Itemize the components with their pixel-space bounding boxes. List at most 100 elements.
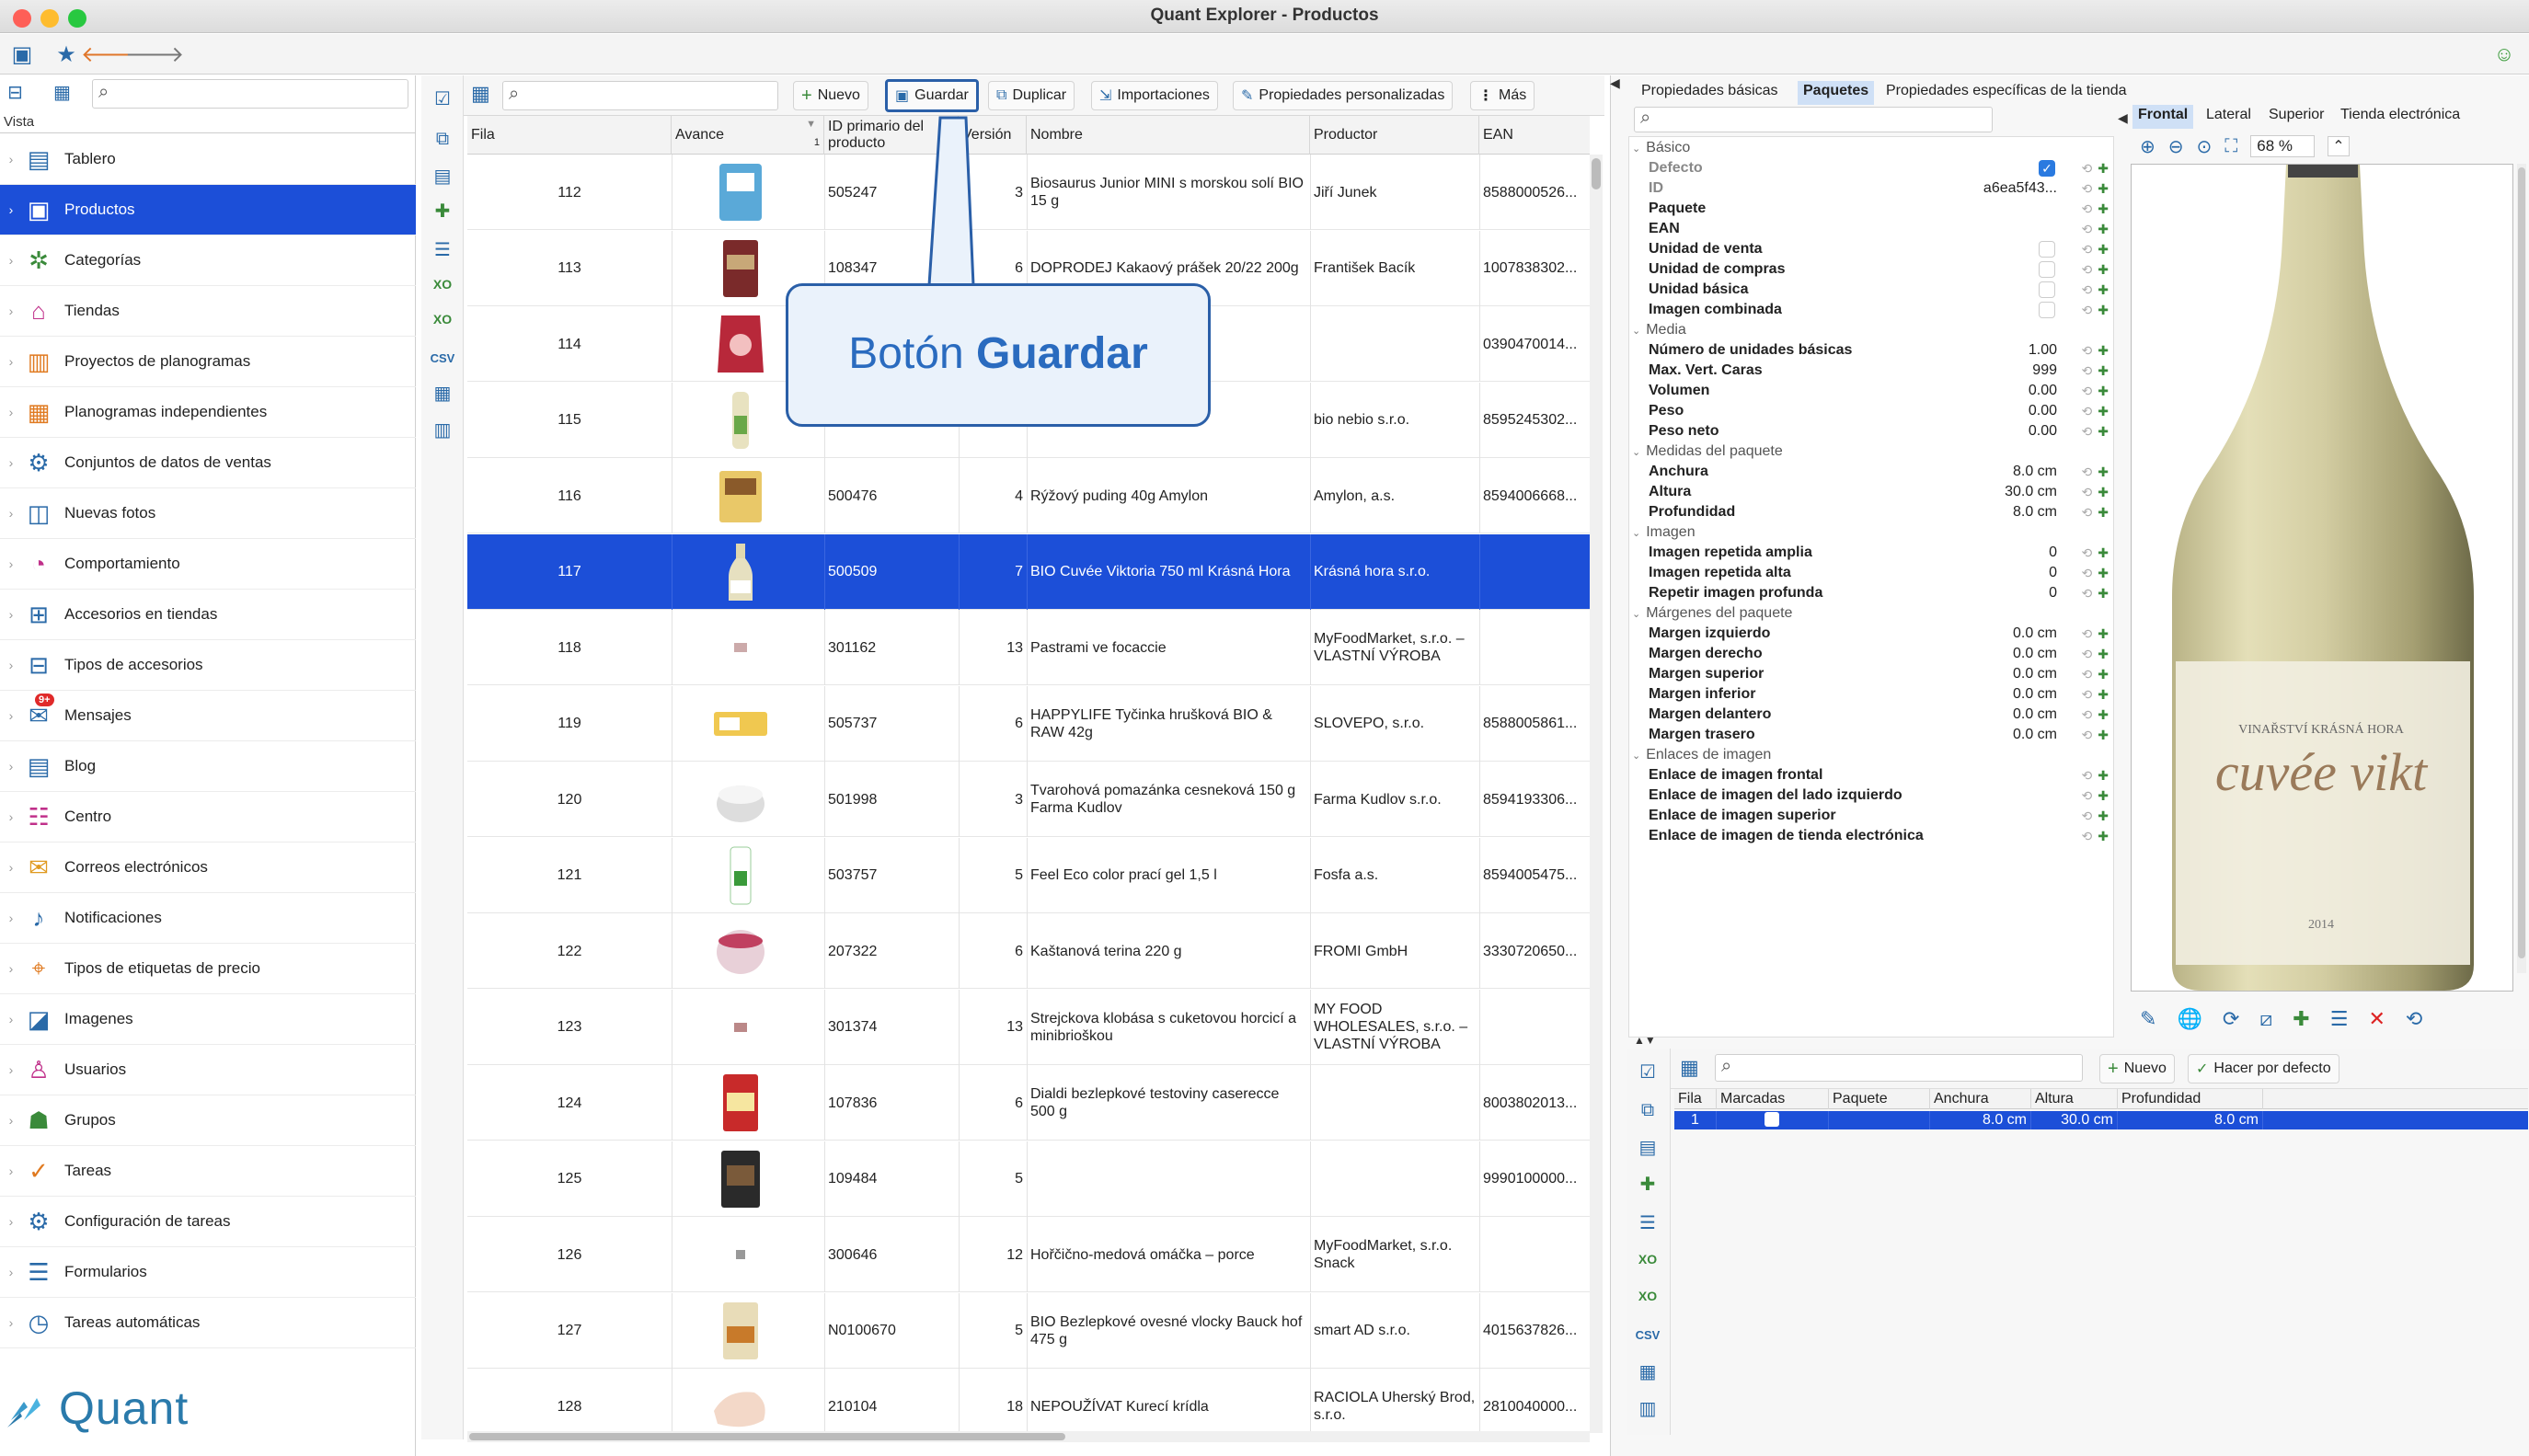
property-value[interactable]: 0.0 cm xyxy=(2013,646,2057,662)
property-row[interactable]: Unidad básica ⟲ ✚ xyxy=(1628,280,2114,300)
pin-icon[interactable]: ✚ xyxy=(2098,303,2109,317)
property-checkbox[interactable] xyxy=(2039,281,2055,298)
sidebar-toggle-icon[interactable]: ▣ xyxy=(6,34,39,75)
pin-icon[interactable]: ✚ xyxy=(2098,566,2109,580)
property-section[interactable]: ⌄ Medidas del paquete xyxy=(1628,441,2114,462)
column-header-ean[interactable]: EAN xyxy=(1479,116,1590,155)
pin-icon[interactable]: ✚ xyxy=(2098,363,2109,378)
reset-icon[interactable]: ⟲ xyxy=(2082,566,2093,580)
property-section[interactable]: ⌄ Media xyxy=(1628,320,2114,340)
reset-icon[interactable]: ⟲ xyxy=(2082,485,2093,499)
scrollbar-thumb[interactable] xyxy=(1592,158,1601,189)
property-value[interactable]: 0.0 cm xyxy=(2013,625,2057,642)
property-row[interactable]: Número de unidades básicas 1.00 ⟲ ✚ xyxy=(1628,340,2114,361)
reset-icon[interactable]: ⟲ xyxy=(2082,687,2093,702)
pin-icon[interactable]: ✚ xyxy=(2098,161,2109,176)
table-view-icon[interactable]: ▦ xyxy=(53,81,81,109)
property-section[interactable]: ⌄ Márgenes del paquete xyxy=(1628,603,2114,624)
pin-icon[interactable]: ✚ xyxy=(2098,505,2109,520)
property-checkbox[interactable]: ✓ xyxy=(2039,160,2055,177)
tab-propiedades-especificas-de-la-tienda[interactable]: Propiedades específicas de la tienda xyxy=(1880,81,2132,105)
csv-icon[interactable]: CSV xyxy=(1632,1319,1663,1350)
pin-icon[interactable]: ✚ xyxy=(2098,647,2109,661)
property-row[interactable]: Volumen 0.00 ⟲ ✚ xyxy=(1628,381,2114,401)
web-image-icon[interactable]: 🌐 xyxy=(2177,1007,2201,1031)
tab-paquetes[interactable]: Paquetes xyxy=(1798,81,1875,105)
property-row[interactable]: Enlace de imagen frontal ⟲ ✚ xyxy=(1628,765,2114,785)
table-row[interactable]: 128 210104 18 NEPOUŽÍVAT Kurecí krídla RACIO… xyxy=(467,1369,1590,1433)
property-row[interactable]: Unidad de venta ⟲ ✚ xyxy=(1628,239,2114,259)
property-value[interactable]: 8.0 cm xyxy=(2013,464,2057,480)
pin-icon[interactable]: ✚ xyxy=(2098,464,2109,479)
properties-search-input[interactable]: ⌕ xyxy=(1634,107,1993,132)
reset-icon[interactable]: ⟲ xyxy=(2082,728,2093,742)
h-scrollbar-thumb[interactable] xyxy=(469,1433,1065,1440)
property-value[interactable]: 0 xyxy=(2049,565,2057,581)
table-row[interactable]: 121 503757 5 Feel Eco color prací gel 1,5 l… xyxy=(467,837,1590,913)
property-row[interactable]: EAN ⟲ ✚ xyxy=(1628,219,2114,239)
property-row[interactable]: Margen izquierdo 0.0 cm ⟲ ✚ xyxy=(1628,624,2114,644)
chart-icon[interactable]: ▥ xyxy=(1632,1393,1663,1424)
reset-icon[interactable]: ⟲ xyxy=(2082,181,2093,196)
history-image-icon[interactable]: ⟲ xyxy=(2406,1007,2422,1031)
property-value[interactable]: 0.00 xyxy=(2029,383,2057,399)
image-tab-tienda-electronica[interactable]: Tienda electrónica xyxy=(2335,105,2466,129)
reset-icon[interactable]: ⟲ xyxy=(2082,545,2093,560)
property-row[interactable]: Enlace de imagen del lado izquierdo ⟲ ✚ xyxy=(1628,785,2114,806)
zoom-level-field[interactable]: 68 % xyxy=(2250,135,2316,157)
more-button[interactable]: ⋮ Más xyxy=(1470,81,1535,110)
columns-icon[interactable]: ▦ xyxy=(471,82,490,106)
table-row[interactable]: 116 500476 4 Rýžový puding 40g Amylon Amylon… xyxy=(467,458,1590,533)
zoom-stepper[interactable]: ⌃ xyxy=(2328,136,2350,156)
property-value[interactable]: 30.0 cm xyxy=(2005,484,2057,500)
column-header-productor[interactable]: Productor xyxy=(1310,116,1479,155)
property-value[interactable]: 0.0 cm xyxy=(2013,727,2057,743)
image-tab-lateral[interactable]: Lateral xyxy=(2201,105,2257,129)
reset-icon[interactable]: ⟲ xyxy=(2082,768,2093,783)
packages-column-header[interactable]: Fila xyxy=(1674,1089,1717,1109)
reset-icon[interactable]: ⟲ xyxy=(2082,404,2093,418)
packages-column-header[interactable]: Profundidad xyxy=(2118,1089,2263,1109)
property-section[interactable]: ⌄ Básico xyxy=(1628,138,2114,158)
property-value[interactable]: 1.00 xyxy=(2029,342,2057,359)
table-row[interactable]: 127 N0100670 5 BIO Bezlepkové ovesné vlocky… xyxy=(467,1292,1590,1369)
reset-icon[interactable]: ⟲ xyxy=(2082,647,2093,661)
reset-icon[interactable]: ⟲ xyxy=(2082,788,2093,803)
property-row[interactable]: Profundidad 8.0 cm ⟲ ✚ xyxy=(1628,502,2114,522)
collapse-chevron-icon[interactable]: ⌄ xyxy=(1632,527,1640,539)
pin-icon[interactable]: ✚ xyxy=(2098,545,2109,560)
collapse-chevron-icon[interactable]: ⌄ xyxy=(1632,325,1640,337)
pin-icon[interactable]: ✚ xyxy=(2098,728,2109,742)
collapse-chevron-icon[interactable]: ⌄ xyxy=(1632,143,1640,155)
property-row[interactable]: Enlace de imagen de tienda electrónica ⟲ ✚ xyxy=(1628,826,2114,846)
property-row[interactable]: Margen superior 0.0 cm ⟲ ✚ xyxy=(1628,664,2114,684)
property-value[interactable]: 0.0 cm xyxy=(2013,706,2057,723)
property-row[interactable]: Imagen combinada ⟲ ✚ xyxy=(1628,300,2114,320)
pin-icon[interactable]: ✚ xyxy=(2098,262,2109,277)
property-row[interactable]: Margen delantero 0.0 cm ⟲ ✚ xyxy=(1628,705,2114,725)
marked-checkbox[interactable] xyxy=(1765,1112,1779,1127)
reset-icon[interactable]: ⟲ xyxy=(2082,201,2093,216)
property-row[interactable]: Margen inferior 0.0 cm ⟲ ✚ xyxy=(1628,684,2114,705)
pin-icon[interactable]: ✚ xyxy=(2098,384,2109,398)
table-row[interactable]: 119 505737 6 HAPPYLIFE Tyčinka hrušková BIO… xyxy=(467,685,1590,762)
list-image-icon[interactable]: ☰ xyxy=(2330,1007,2349,1031)
table-row[interactable]: 117 500509 7 BIO Cuvée Viktoria 750 ml Krás… xyxy=(467,533,1590,610)
property-row[interactable]: Enlace de imagen superior ⟲ ✚ xyxy=(1628,806,2114,826)
pin-icon[interactable]: ✚ xyxy=(2098,343,2109,358)
save-button[interactable]: ▣ Guardar xyxy=(885,79,979,112)
table-row[interactable]: 124 107836 6 Dialdi bezlepkové testoviny ca… xyxy=(467,1065,1590,1141)
pin-icon[interactable]: ✚ xyxy=(2098,242,2109,257)
property-row[interactable]: Margen trasero 0.0 cm ⟲ ✚ xyxy=(1628,725,2114,745)
pin-icon[interactable]: ✚ xyxy=(2098,687,2109,702)
reset-icon[interactable]: ⟲ xyxy=(2082,363,2093,378)
reset-icon[interactable]: ⟲ xyxy=(2082,222,2093,236)
property-row[interactable]: Imagen repetida alta 0 ⟲ ✚ xyxy=(1628,563,2114,583)
crop-image-icon[interactable]: ⧄ xyxy=(2259,1007,2272,1031)
table-vertical-scrollbar[interactable] xyxy=(1590,155,1603,1433)
collapse-chevron-icon[interactable]: ⌄ xyxy=(1632,750,1640,762)
table-row[interactable]: 126 300646 12 Hořčično-medová omáčka – porc… xyxy=(467,1217,1590,1292)
sidebar-search-input[interactable]: ⌕ xyxy=(92,79,408,109)
reset-icon[interactable]: ⟲ xyxy=(2082,303,2093,317)
collapse-left-icon[interactable]: ◀ xyxy=(1610,75,1620,97)
